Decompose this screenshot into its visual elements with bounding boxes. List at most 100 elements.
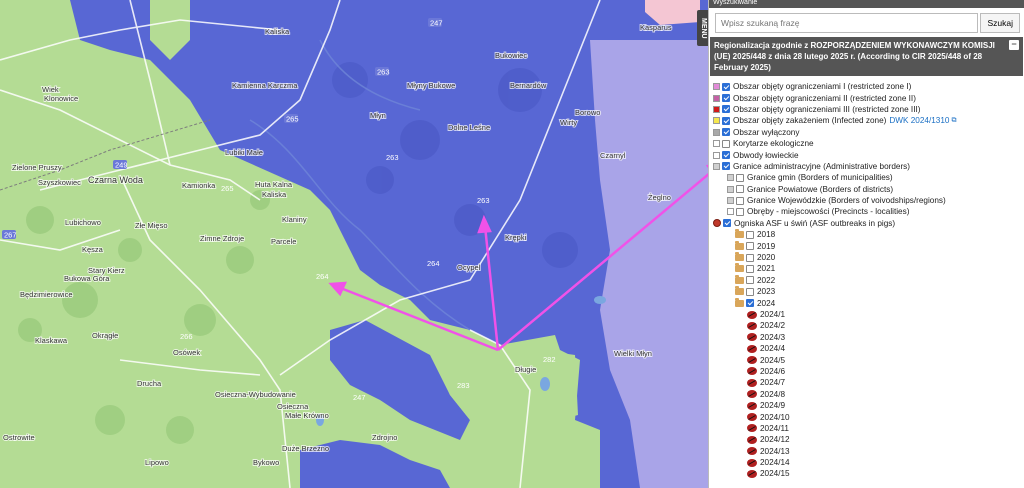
legend-swatch <box>727 174 734 182</box>
outbreak-sublayer-row[interactable]: 2024/10 <box>713 411 1024 422</box>
pig-outbreak-icon <box>747 469 757 478</box>
pig-outbreak-icon <box>747 378 757 387</box>
year-folder-row[interactable]: 2019 <box>713 240 1024 251</box>
legend-swatch <box>713 117 720 125</box>
legend-swatch <box>713 151 720 159</box>
zone-label: 266 <box>180 332 193 341</box>
place-label: Krępki <box>505 233 527 242</box>
year-label: 2018 <box>757 230 776 240</box>
year-label: 2021 <box>757 264 776 274</box>
place-label: Klaniny <box>282 215 307 224</box>
year-folder-row[interactable]: 2022 <box>713 274 1024 286</box>
pig-outbreak-icon <box>747 344 757 353</box>
year-checkbox[interactable] <box>746 230 754 239</box>
layer-checkbox[interactable] <box>722 94 730 103</box>
place-label: Młyn <box>370 111 386 120</box>
layer-checkbox[interactable] <box>736 185 744 194</box>
layer-row[interactable]: Granice gmin (Borders of municipalities) <box>713 172 1024 183</box>
year-folder-row[interactable]: 2020 <box>713 252 1024 263</box>
regulation-link[interactable]: DWK 2024/1310 <box>889 116 949 125</box>
place-label: Klaskawa <box>35 336 68 345</box>
layer-label: Obszar wyłączony <box>733 127 800 137</box>
outbreak-sublayer-row[interactable]: 2024/7 <box>713 377 1024 388</box>
layer-label: Obszar objęty ograniczeniami I (restrict… <box>733 82 912 92</box>
layer-label: Korytarze ekologiczne <box>733 139 814 149</box>
year-label: 2019 <box>757 241 776 251</box>
layer-checkbox[interactable] <box>722 105 730 114</box>
outbreak-sublayer-row[interactable]: 2024/15 <box>713 468 1024 479</box>
outbreak-sublayer-row[interactable]: 2024/14 <box>713 457 1024 468</box>
layer-row[interactable]: Obszar objęty zakażeniem (Infected zone)… <box>713 115 1024 126</box>
layer-checkbox[interactable] <box>722 151 730 160</box>
sublayer-label: 2024/13 <box>760 446 790 456</box>
pig-outbreak-icon <box>747 424 757 433</box>
regionalization-section-header[interactable]: Regionalizacja zgodnie z ROZPORZĄDZENIEM… <box>710 37 1023 76</box>
search-input[interactable] <box>715 13 979 33</box>
place-label: Kamienna Karczma <box>232 81 298 90</box>
year-checkbox[interactable] <box>746 242 754 251</box>
folder-icon <box>735 252 744 262</box>
layer-checkbox[interactable] <box>722 128 730 137</box>
section-title: Regionalizacja zgodnie z ROZPORZĄDZENIEM… <box>714 41 995 72</box>
outbreak-sublayer-row[interactable]: 2024/4 <box>713 343 1024 354</box>
outbreak-sublayer-row[interactable]: 2024/2 <box>713 320 1024 331</box>
road-number: 265 <box>286 115 299 124</box>
year-checkbox[interactable] <box>746 253 754 262</box>
zone-label: 264 <box>427 259 440 268</box>
layer-row[interactable]: Obszar wyłączony <box>713 127 1024 138</box>
place-label: Kamionka <box>182 181 216 190</box>
search-button[interactable]: Szukaj <box>980 13 1020 33</box>
place-label: Bernardów <box>510 81 547 90</box>
outbreak-sublayer-row[interactable]: 2024/5 <box>713 354 1024 365</box>
layer-row[interactable]: Obwody łowieckie <box>713 149 1024 160</box>
layer-checkbox[interactable] <box>736 196 744 205</box>
place-label: Lubiki Małe <box>225 148 263 157</box>
map-canvas[interactable]: 247 263 265 249 267 263 263 264 264 265 … <box>0 0 708 488</box>
year-checkbox[interactable] <box>746 287 754 296</box>
year-label: 2024 <box>757 298 776 308</box>
layer-row[interactable]: Obszar objęty ograniczeniami I (restrict… <box>713 81 1024 92</box>
layer-checkbox[interactable] <box>722 82 730 91</box>
outbreak-sublayer-row[interactable]: 2024/9 <box>713 400 1024 411</box>
legend-swatch <box>713 105 720 113</box>
place-label: Parcele <box>271 237 296 246</box>
place-label: Wielki Młyn <box>614 349 652 358</box>
outbreak-sublayer-row[interactable]: 2024/1 <box>713 309 1024 320</box>
layer-row[interactable]: Ogniska ASF u świń (ASF outbreaks in pig… <box>713 218 1024 229</box>
layer-row[interactable]: Granice Wojewódzkie (Borders of voivodsh… <box>713 195 1024 206</box>
sublayer-label: 2024/7 <box>760 378 786 388</box>
layer-row[interactable]: Korytarze ekologiczne <box>713 138 1024 149</box>
place-label: Bykowo <box>253 458 279 467</box>
layer-checkbox[interactable] <box>736 207 744 216</box>
year-folder-row[interactable]: 2021 <box>713 263 1024 274</box>
map-view[interactable]: 247 263 265 249 267 263 263 264 264 265 … <box>0 0 708 488</box>
layer-label: Granice Wojewódzkie (Borders of voivodsh… <box>747 196 946 206</box>
outbreak-sublayer-row[interactable]: 2024/13 <box>713 446 1024 457</box>
outbreak-sublayer-row[interactable]: 2024/3 <box>713 332 1024 343</box>
year-checkbox[interactable] <box>746 264 754 273</box>
layer-row[interactable]: Granice administracyjne (Administrative … <box>713 161 1024 172</box>
external-link-icon[interactable]: ⧉ <box>951 117 956 125</box>
layer-checkbox[interactable] <box>722 139 730 148</box>
layer-checkbox[interactable] <box>736 173 744 182</box>
outbreak-sublayer-row[interactable]: 2024/11 <box>713 423 1024 434</box>
layer-checkbox[interactable] <box>723 219 731 228</box>
folder-icon <box>735 229 744 239</box>
outbreak-sublayer-row[interactable]: 2024/6 <box>713 366 1024 377</box>
year-folder-row[interactable]: 2018 <box>713 229 1024 240</box>
layer-row[interactable]: Obszar objęty ograniczeniami III (restri… <box>713 104 1024 115</box>
outbreak-sublayer-row[interactable]: 2024/12 <box>713 434 1024 445</box>
year-checkbox[interactable] <box>746 276 754 285</box>
layer-row[interactable]: Obszar objęty ograniczeniami II (restric… <box>713 92 1024 103</box>
outbreak-sublayer-row[interactable]: 2024/8 <box>713 389 1024 400</box>
layer-checkbox[interactable] <box>722 162 730 171</box>
layer-checkbox[interactable] <box>722 116 730 125</box>
layer-row[interactable]: Obręby - miejscowości (Precincts - local… <box>713 206 1024 217</box>
year-folder-row[interactable]: 2024 <box>713 297 1024 308</box>
legend-swatch <box>713 162 720 170</box>
year-folder-row[interactable]: 2023 <box>713 286 1024 297</box>
year-checkbox[interactable] <box>746 299 754 308</box>
layer-row[interactable]: Granice Powiatowe (Borders of districts) <box>713 184 1024 195</box>
panel-header: Wyszukiwanie <box>709 0 1024 8</box>
collapse-button[interactable]: − <box>1009 40 1019 50</box>
